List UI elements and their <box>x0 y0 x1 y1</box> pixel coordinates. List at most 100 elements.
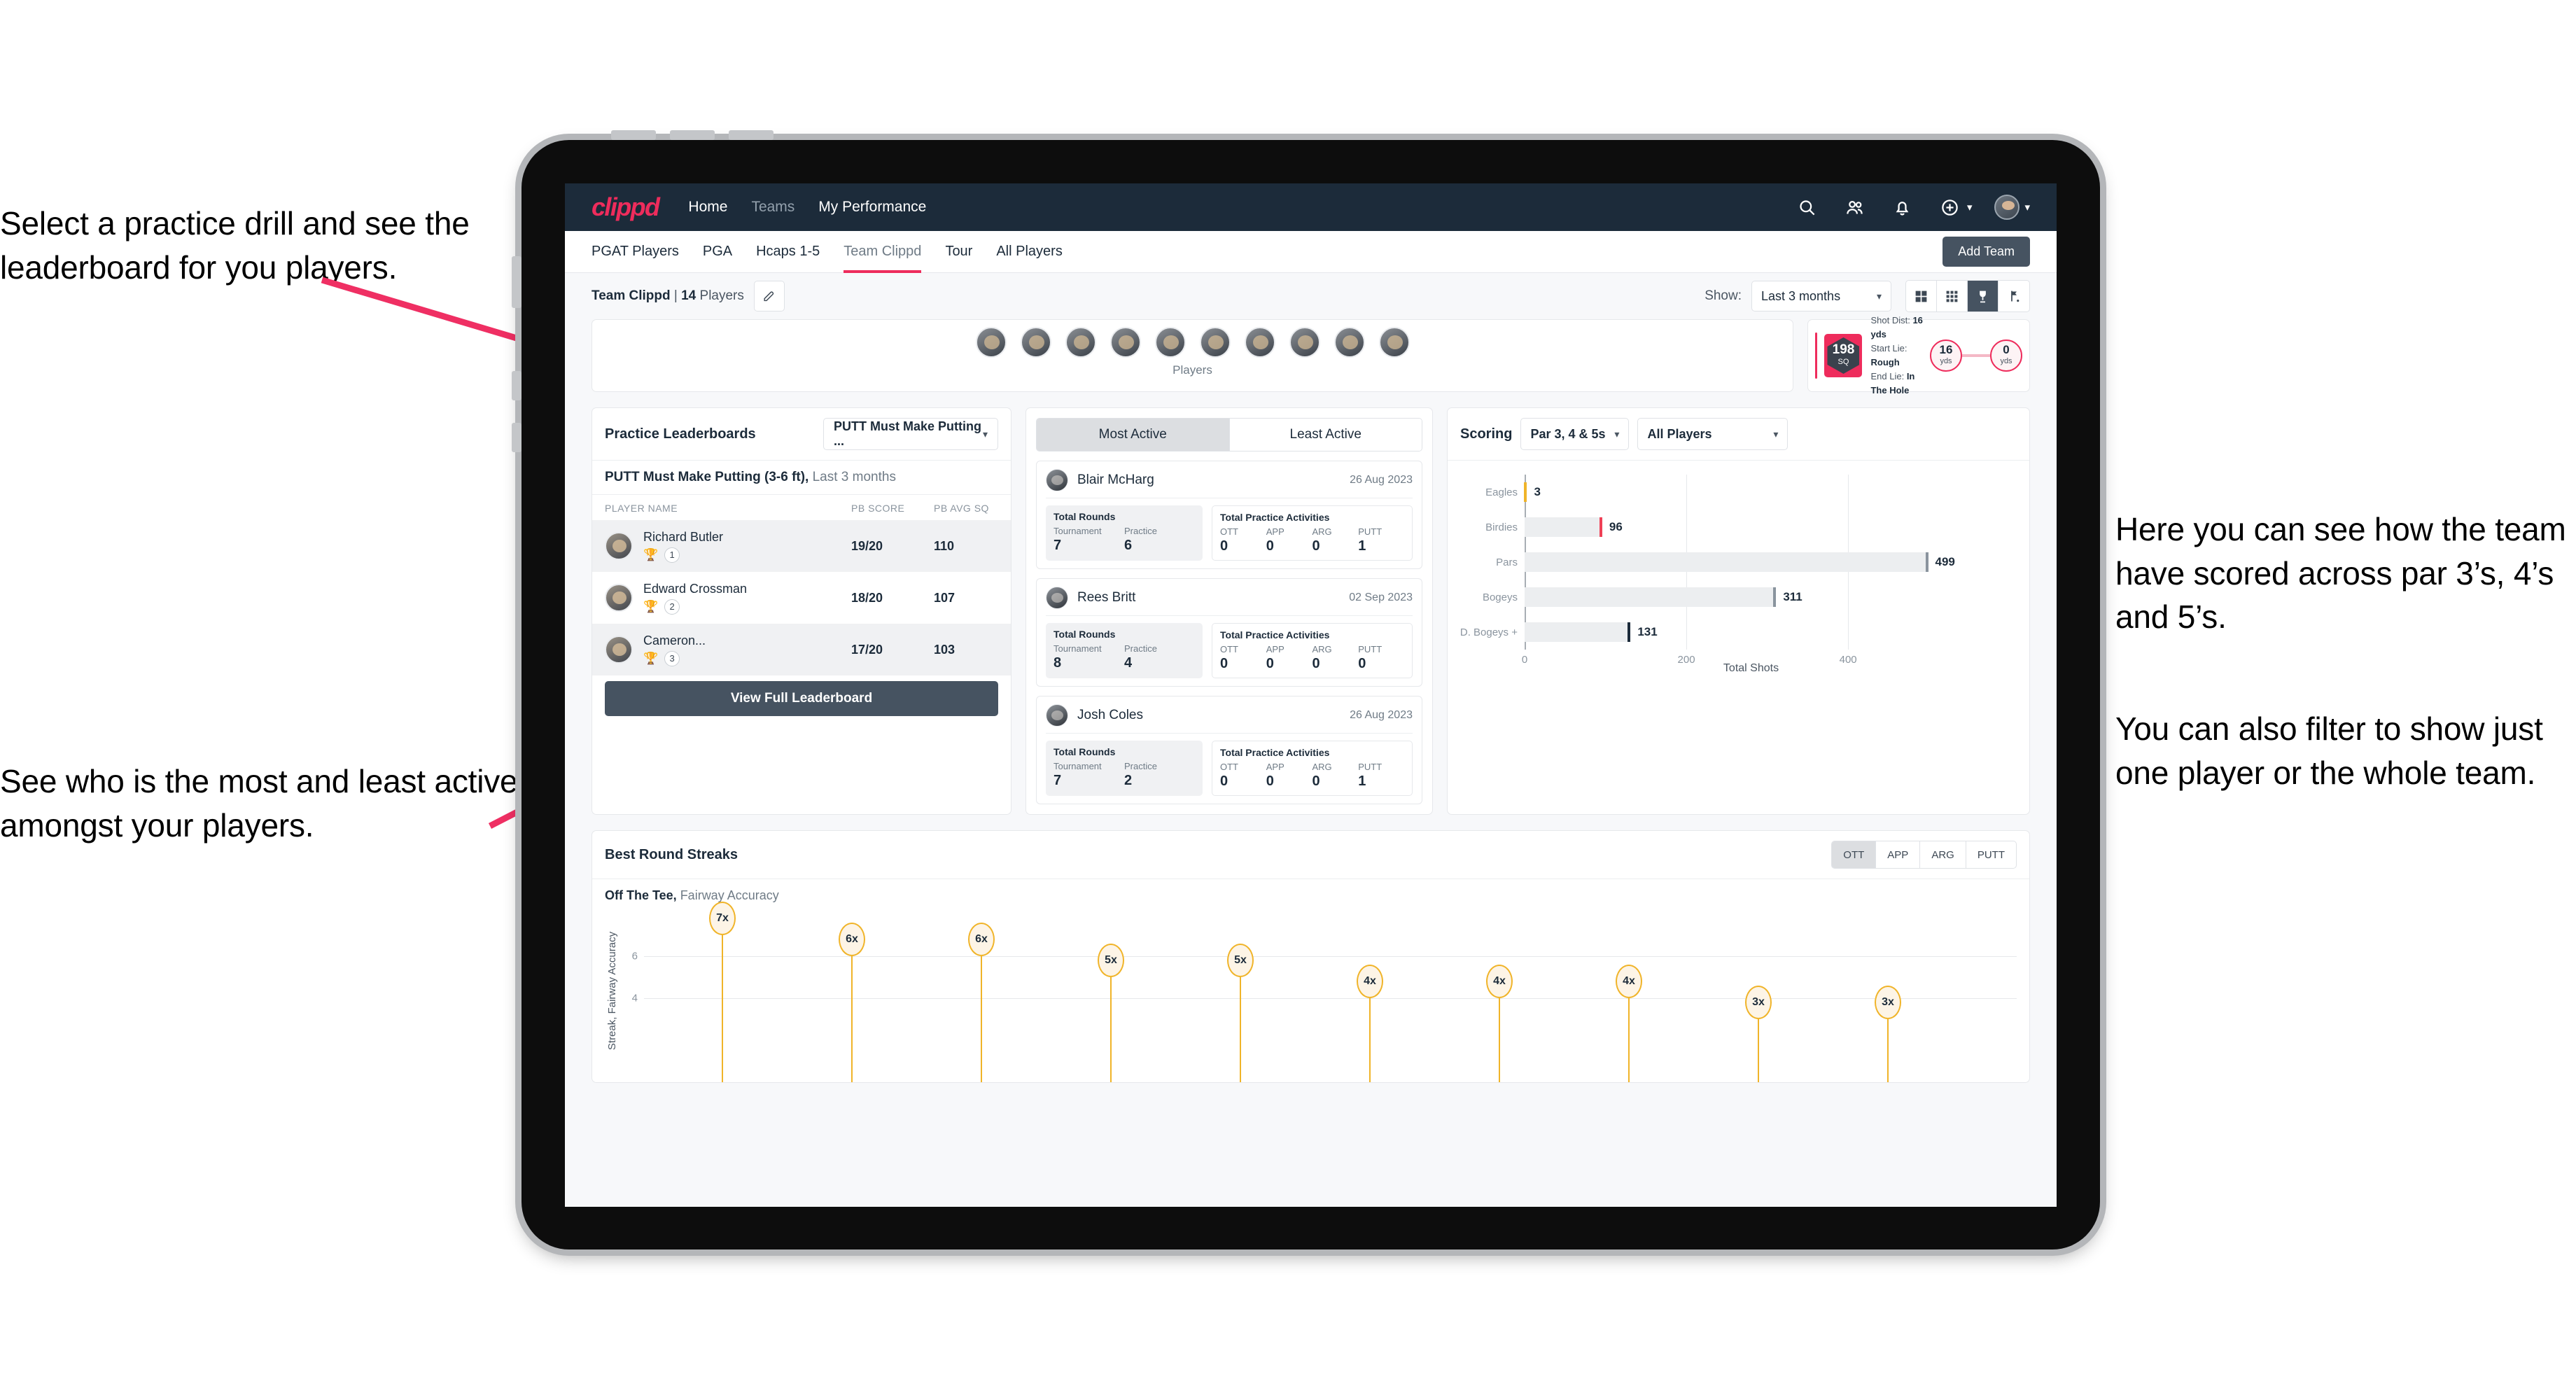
lollipop-stem[interactable]: 4x <box>1616 965 1642 1082</box>
plus-chevron-down-icon[interactable]: ▾ <box>1967 201 1973 214</box>
rounds-tournament-key: Tournament <box>1054 761 1102 771</box>
lollipop-stem[interactable]: 6x <box>968 923 995 1082</box>
practice-leaderboards-card: Practice Leaderboards PUTT Must Make Put… <box>592 407 1011 815</box>
total-practice-box: Total Practice Activities OTT 0 APP 0 AR… <box>1212 505 1413 561</box>
total-practice-cols: OTT 0 APP 0 ARG 0 <box>1220 644 1404 672</box>
leaderboard-player: Richard Butler 🏆 1 <box>643 530 851 563</box>
activity-item-header: Josh Coles 26 Aug 2023 <box>1046 704 1413 734</box>
nav-item-teams[interactable]: Teams <box>751 199 794 216</box>
lollipop-value-bubble: 3x <box>1875 986 1901 1019</box>
tab-least-active[interactable]: Least Active <box>1228 419 1422 451</box>
avatar[interactable] <box>1154 327 1186 358</box>
list-item[interactable]: Josh Coles 26 Aug 2023 Total Rounds Tour… <box>1036 696 1422 804</box>
table-row[interactable]: Edward Crossman 🏆 2 18/20 107 <box>592 572 1011 624</box>
nav-item-my-performance[interactable]: My Performance <box>818 199 926 216</box>
toggle-ott[interactable]: OTT <box>1832 841 1877 868</box>
avatar[interactable] <box>975 327 1007 358</box>
list-item[interactable]: Blair McHarg 26 Aug 2023 Total Rounds To… <box>1036 461 1422 569</box>
par-filter-select[interactable]: Par 3, 4 & 5s ▾ <box>1520 418 1630 450</box>
activity-tabs: Most Active Least Active <box>1036 418 1422 451</box>
avatar[interactable] <box>1244 327 1275 358</box>
list-item[interactable]: Rees Britt 02 Sep 2023 Total Rounds Tour… <box>1036 578 1422 687</box>
practice-putt-value: 1 <box>1358 774 1366 789</box>
tab-pga[interactable]: PGA <box>703 231 732 273</box>
avatar[interactable] <box>1065 327 1096 358</box>
player-filter-select[interactable]: All Players ▾ <box>1637 418 1788 450</box>
nav-item-home[interactable]: Home <box>688 199 727 216</box>
lollipop-stem[interactable]: 5x <box>1227 944 1254 1082</box>
bar-value-label: 3 <box>1534 485 1541 498</box>
table-row[interactable]: Richard Butler 🏆 1 19/20 110 <box>592 520 1011 572</box>
grid-small-icon[interactable] <box>1937 281 1968 312</box>
practice-arg-value: 0 <box>1312 656 1320 671</box>
activity-item-body: Total Rounds Tournament 8 Practice 4 Tot… <box>1046 623 1413 678</box>
toggle-putt[interactable]: PUTT <box>1966 841 2016 868</box>
avatar[interactable] <box>1199 327 1231 358</box>
leaderboard-header: Practice Leaderboards PUTT Must Make Put… <box>592 408 1011 461</box>
bell-icon[interactable] <box>1891 195 1914 219</box>
tab-most-active[interactable]: Most Active <box>1037 419 1229 451</box>
bar-cap <box>1524 482 1527 502</box>
avatar[interactable] <box>1020 327 1051 358</box>
tab-all-players[interactable]: All Players <box>996 231 1062 273</box>
lollipop-stem[interactable]: 6x <box>839 923 865 1082</box>
add-team-button[interactable]: Add Team <box>1942 237 2030 267</box>
avatar[interactable] <box>1289 327 1320 358</box>
start-distance-unit: yds <box>1940 357 1952 366</box>
start-lie-value: Rough <box>1870 357 1900 368</box>
rounds-practice-value: 6 <box>1124 538 1133 553</box>
flag-icon[interactable] <box>1998 281 2029 312</box>
table-row[interactable]: Cameron... 🏆 3 17/20 103 <box>592 624 1011 676</box>
avatar[interactable] <box>1110 327 1141 358</box>
tab-pgat-players[interactable]: PGAT Players <box>592 231 679 273</box>
rounds-tournament-value: 8 <box>1054 655 1062 671</box>
rounds-practice: Practice 4 <box>1124 643 1195 671</box>
leaderboard-title: Practice Leaderboards <box>605 426 756 442</box>
leaderboard-subtitle: PUTT Must Make Putting (3-6 ft), Last 3 … <box>592 461 1011 495</box>
grid-large-icon[interactable] <box>1906 281 1937 312</box>
scoring-bar-row: D. Bogeys + 131 <box>1460 622 1977 642</box>
search-icon[interactable] <box>1795 195 1819 219</box>
end-lie-row: End Lie: In The Hole <box>1870 370 1930 398</box>
clippd-logo[interactable]: clippd <box>592 192 660 222</box>
shot-quality-unit: SQ <box>1837 358 1849 367</box>
practice-putt-key: PUTT <box>1358 644 1382 654</box>
toggle-app[interactable]: APP <box>1876 841 1921 868</box>
tab-hcaps-1-5[interactable]: Hcaps 1-5 <box>756 231 820 273</box>
toggle-arg[interactable]: ARG <box>1920 841 1966 868</box>
avatar[interactable] <box>1334 327 1365 358</box>
chevron-down-icon: ▾ <box>1614 428 1620 440</box>
rounds-tournament-value: 7 <box>1054 773 1062 788</box>
lollipop-stem[interactable]: 3x <box>1875 986 1901 1082</box>
streaks-header: Best Round Streaks OTT APP ARG PUTT <box>592 831 2029 879</box>
shot-end-distance: 0 yds <box>1990 340 2022 372</box>
player-name: Richard Butler <box>643 529 724 544</box>
trophy-icon[interactable] <box>1968 281 1998 312</box>
people-icon[interactable] <box>1843 195 1867 219</box>
practice-arg-key: ARG <box>1312 526 1332 537</box>
plus-circle-icon[interactable] <box>1938 195 1962 219</box>
practice-putt-value: 1 <box>1358 538 1366 554</box>
lollipop-value-bubble: 5x <box>1227 944 1254 977</box>
drill-select[interactable]: PUTT Must Make Putting ... ▾ <box>823 418 998 450</box>
avatar[interactable] <box>1378 327 1410 358</box>
avatar-chevron-down-icon[interactable]: ▾ <box>2024 201 2030 214</box>
scoring-bar-chart: 0 200 400 Eagles 3 Birdies 96 Pars 499 Bogeys 311… <box>1460 472 2017 675</box>
lollipop-stem[interactable]: 3x <box>1745 986 1772 1082</box>
practice-app-key: APP <box>1266 762 1284 772</box>
lollipop-stem[interactable]: 4x <box>1486 965 1513 1082</box>
lollipop-stem[interactable]: 4x <box>1357 965 1383 1082</box>
avatar[interactable] <box>1994 195 2020 220</box>
view-full-leaderboard-button[interactable]: View Full Leaderboard <box>605 681 998 716</box>
date-range-select[interactable]: Last 3 months ▾ <box>1751 281 1891 312</box>
pencil-icon[interactable] <box>753 281 785 312</box>
total-practice-cols: OTT 0 APP 0 ARG 0 <box>1220 526 1404 554</box>
practice-putt-key: PUTT <box>1358 762 1382 772</box>
y-axis-tick: D. Bogeys + <box>1460 626 1518 638</box>
end-distance-value: 0 <box>2003 343 2010 357</box>
player-name: Rees Britt <box>1077 590 1136 605</box>
lollipop-stem[interactable]: 7x <box>709 902 736 1082</box>
tab-team-clippd[interactable]: Team Clippd <box>844 231 922 273</box>
lollipop-stem[interactable]: 5x <box>1098 944 1124 1082</box>
tab-tour[interactable]: Tour <box>945 231 972 273</box>
